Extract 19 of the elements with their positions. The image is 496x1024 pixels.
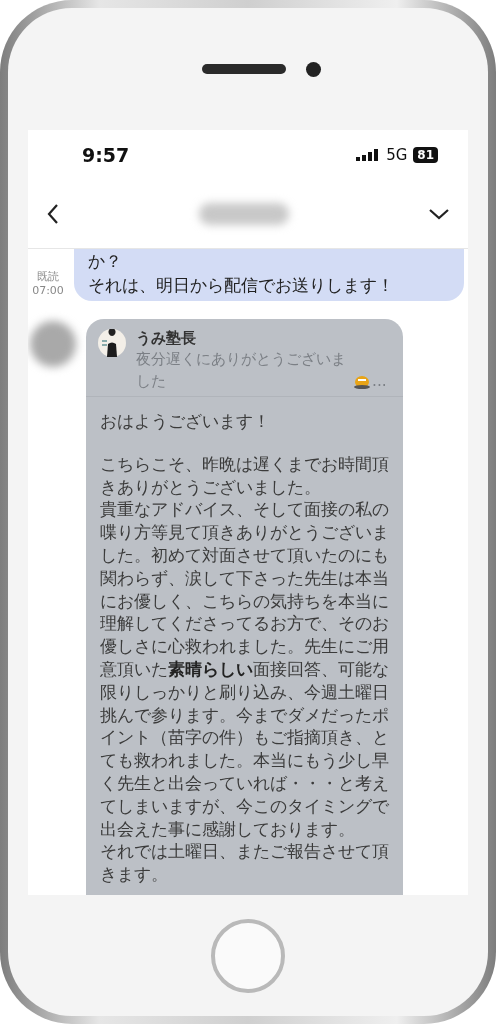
message-text: か？ [88,250,123,273]
network-label: 5G [386,146,408,164]
camera-icon [305,61,321,77]
sender-name: うみ塾長 [136,329,197,348]
message-text: おはようございます！ [100,410,271,433]
message-text: 貴重なアドバイス、そして面接の私の喋り方等見て頂きありがとうございました。初めて対面させて頂いたのにも関わらず、涙して下さった先生は本当にお優しく、こちらの気持ちを本当に理解してくださってるお方で、そのお優しさに心救われました。先生にご用意頂いた素晴らしい面接回答、可能な限りしっかりと刷り込み、今週土曜日挑んで参ります。今までダメだったポイント（苗字の件）もご指摘頂き、とても救われました。本当にもう少し早く先生と出会っていれば・・・と考えてしまいますが、今このタイミングで出会えた事に感謝しております。 [100,498,390,841]
chevron-down-icon[interactable] [428,207,450,221]
clock-time: 9:57 [82,144,130,166]
message-text: それは、明日から配信でお送りします！ [88,274,395,297]
message-text: それでは土曜日、またご報告させて頂きます。 [100,840,390,886]
message-text: こちらこそ、昨晩は遅くまでお時間頂きありがとうございました。 [100,452,390,499]
speaker-icon [201,64,286,74]
signal-icon [356,149,381,161]
back-icon[interactable] [46,203,60,225]
read-receipt: 既読 [37,269,59,284]
battery-level: 81 [413,147,438,163]
ellipsis: ... [372,371,387,392]
message-time: 07:00 [32,284,64,297]
quoted-message: 夜分遅くにありがとうございました [136,349,347,392]
